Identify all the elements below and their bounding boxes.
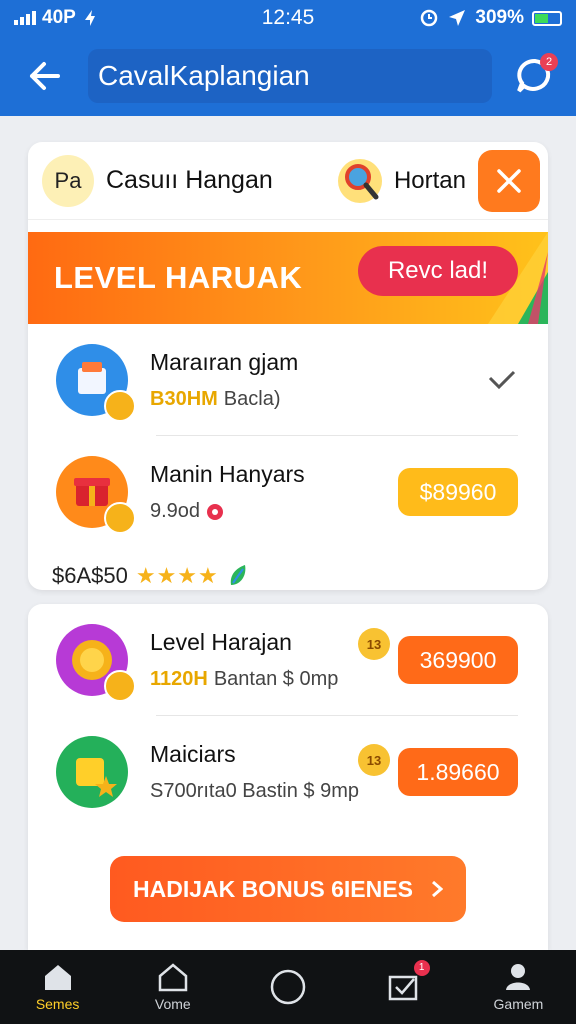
reward-button[interactable]: Revc lad! (358, 246, 518, 296)
home-outline-icon (158, 963, 188, 992)
level-badge: 13 (358, 628, 390, 660)
item-subtext: Bacla) (223, 388, 281, 410)
list-item[interactable]: Level Harajan 1120H Bantan $ 0mp 13 3699… (28, 604, 548, 716)
nav-tasks[interactable]: 1 (346, 950, 461, 1024)
back-button[interactable] (16, 48, 72, 104)
rating-row: $6A$50 ★★★★ (28, 548, 548, 590)
network-label: 40P (42, 7, 76, 28)
item-name: Maraıran gjam (150, 349, 299, 375)
signal-icon (14, 11, 36, 25)
nav-profile[interactable]: Gamem (461, 950, 576, 1024)
gift-box-icon (56, 456, 136, 534)
nav-label: Semes (35, 996, 80, 1012)
rating-amount: $6A$50 (52, 563, 128, 588)
chat-button[interactable]: 2 (510, 51, 560, 101)
alarm-icon (421, 9, 438, 27)
coin-icon (104, 502, 136, 534)
nav-badge: 1 (413, 960, 430, 976)
nav-home[interactable]: Semes (0, 950, 115, 1024)
header-right-label: Hortan (393, 166, 466, 194)
card-title: Casuıı Hangan (106, 166, 273, 194)
clock: 12:45 (261, 6, 315, 29)
battery-icon (532, 10, 562, 26)
profile-icon (506, 964, 531, 990)
nav-center[interactable] (230, 950, 345, 1024)
nav-vome[interactable]: Vome (115, 950, 230, 1024)
chat-badge: 2 (540, 53, 558, 71)
item-subtext: Bantan $ 0mp (213, 668, 339, 690)
close-icon (497, 168, 521, 193)
star-box-icon (56, 736, 128, 808)
close-button[interactable] (478, 149, 540, 212)
warning-dot-icon (207, 503, 224, 520)
arrow-icon (84, 10, 95, 26)
banner-title: LEVEL HARUAK (54, 260, 303, 295)
price-button[interactable]: 1.89660 (398, 748, 518, 796)
bonus-button-label: HADIJAK BONUS 6IENES (133, 875, 413, 902)
check-icon (488, 370, 516, 390)
item-subtext: 9.9od (150, 500, 201, 522)
level-banner: LEVEL HARUAK Revc lad! (28, 232, 548, 324)
item-name: Manin Hanyars (150, 461, 305, 487)
app-bar: CavalKaplangian 2 (0, 36, 576, 116)
category-chip[interactable]: Pa (42, 154, 94, 207)
medal-icon (56, 624, 136, 702)
checkbox-icon (388, 975, 418, 1001)
magnifier-icon[interactable] (334, 155, 386, 207)
search-input[interactable]: CavalKaplangian (88, 49, 492, 103)
item-subtext: S700rıta0 Bastin $ 9mp (150, 780, 360, 802)
status-bar: 40P 12:45 309% (0, 0, 576, 36)
levels-card: Level Harajan 1120H Bantan $ 0mp 13 3699… (28, 604, 548, 950)
nav-label: Vome (154, 996, 191, 1012)
list-item[interactable]: Manin Hanyars 9.9od $89960 (28, 436, 548, 548)
location-icon (449, 10, 466, 26)
price-button[interactable]: $89960 (398, 468, 518, 516)
item-points: 1120H (150, 668, 208, 690)
item-points: B30HM (150, 388, 218, 410)
bottom-nav: Semes Vome 1 Gamem (0, 950, 576, 1024)
level-badge: 13 (358, 744, 390, 776)
offers-card: Pa Casuıı Hangan Hortan LEVEL HARUAK Rev… (28, 142, 548, 590)
chevron-right-icon (431, 880, 443, 898)
card-header: Pa Casuıı Hangan Hortan (28, 142, 548, 220)
list-item[interactable]: Maiciars S700rıta0 Bastin $ 9mp 13 1.896… (28, 716, 548, 828)
product-box-icon (56, 344, 136, 422)
star-rating: ★★★★ (135, 563, 219, 588)
leaf-icon (230, 565, 246, 585)
back-arrow-icon (30, 62, 60, 90)
price-button[interactable]: 369900 (398, 636, 518, 684)
battery-percent: 309% (475, 7, 524, 28)
list-item[interactable]: Maraıran gjam B30HM Bacla) (28, 324, 548, 436)
bonus-button[interactable]: HADIJAK BONUS 6IENES (110, 856, 466, 922)
nav-label: Gamem (493, 996, 544, 1012)
circle-icon (270, 969, 306, 1005)
coin-icon (104, 670, 136, 702)
home-icon (44, 965, 71, 990)
coin-icon (104, 390, 136, 422)
